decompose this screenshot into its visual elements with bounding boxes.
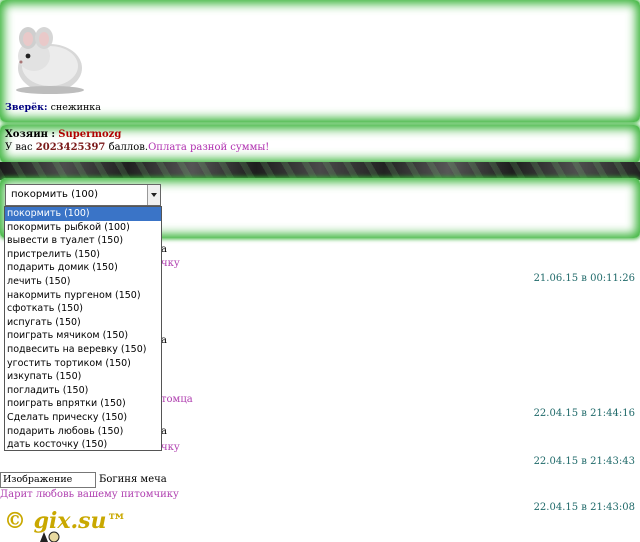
owner-label: Хозяин :	[5, 129, 56, 140]
action-select[interactable]: покормить (100)	[5, 184, 161, 206]
action-select-value: покормить (100)	[11, 189, 98, 200]
comment-3-date: 22.04.15 в 21:43:43	[533, 456, 635, 467]
action-option[interactable]: угостить тортиком (150)	[5, 357, 161, 371]
logo-tm: ™	[106, 509, 127, 533]
comment-4-date: 22.04.15 в 21:43:08	[533, 502, 635, 513]
chevron-down-icon[interactable]	[147, 185, 160, 205]
balance-points: 2023425397	[35, 142, 106, 153]
action-option[interactable]: покормить рыбкой (100)	[5, 221, 161, 235]
action-option[interactable]: подвесить на веревку (150)	[5, 343, 161, 357]
site-logo[interactable]: © gix.su™	[4, 508, 127, 534]
owner-line: Хозяин : Supermozg	[5, 129, 121, 140]
comment-4-avatar-image: Изображение	[0, 472, 96, 488]
action-option[interactable]: накормить пургеном (150)	[5, 289, 161, 303]
action-option[interactable]: пристрелить (150)	[5, 248, 161, 262]
balance-suffix: баллов.	[108, 142, 149, 153]
action-option[interactable]: покормить (100)	[5, 207, 161, 221]
action-option[interactable]: подарить домик (150)	[5, 261, 161, 275]
chinchilla-image	[16, 27, 84, 94]
comment-4-text: Дарит любовь вашему питомчику	[0, 489, 179, 500]
avatar-icon	[40, 531, 60, 542]
comment-3-text-fragment: чку	[161, 442, 180, 453]
action-option[interactable]: изкупать (150)	[5, 370, 161, 384]
owner-nick[interactable]: Supermozg	[58, 129, 121, 140]
pet-name: снежинка	[50, 102, 101, 113]
balance-line: У вас 2023425397 баллов.Оплата разной су…	[5, 142, 269, 153]
action-option[interactable]: подарить любовь (150)	[5, 425, 161, 439]
action-option[interactable]: поиграть впрятки (150)	[5, 397, 161, 411]
action-options-list[interactable]: покормить (100) покормить рыбкой (100) выв…	[4, 206, 162, 451]
action-option[interactable]: поиграть мячиком (150)	[5, 329, 161, 343]
action-option[interactable]: лечить (150)	[5, 275, 161, 289]
action-option[interactable]: погладить (150)	[5, 384, 161, 398]
balance-prefix: У вас	[5, 142, 33, 153]
comment-4-author[interactable]: Богиня меча	[99, 474, 167, 485]
comment-2-text-fragment: томца	[161, 394, 193, 405]
action-option[interactable]: вывести в туалет (150)	[5, 234, 161, 248]
action-option[interactable]: испугать (150)	[5, 316, 161, 330]
comment-2-date: 22.04.15 в 21:44:16	[533, 408, 635, 419]
comment-1-text-fragment: чку	[161, 258, 180, 269]
action-option[interactable]: Сделать прическу (150)	[5, 411, 161, 425]
pay-link[interactable]: Оплата разной суммы!	[148, 142, 269, 153]
action-option[interactable]: дать косточку (150)	[5, 438, 161, 452]
action-option[interactable]: сфоткать (150)	[5, 302, 161, 316]
comment-1-date: 21.06.15 в 00:11:26	[533, 273, 635, 284]
pet-name-line: Зверёк: снежинка	[5, 102, 101, 113]
pet-label: Зверёк:	[5, 102, 48, 113]
